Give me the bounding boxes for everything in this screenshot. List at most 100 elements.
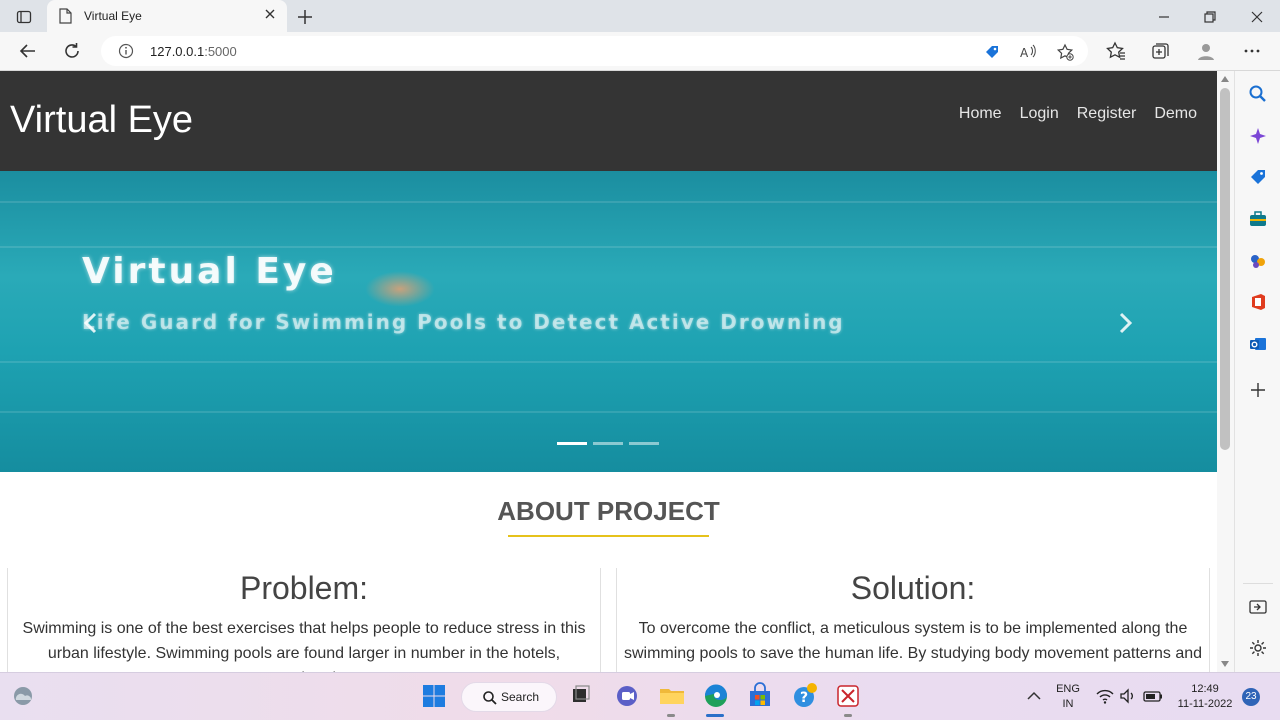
tray-overflow-icon[interactable] [1024,681,1044,711]
profile-icon[interactable] [1195,40,1217,62]
refresh-icon[interactable] [61,40,83,62]
water-ripple [0,361,1217,363]
file-explorer-icon[interactable] [657,681,687,711]
solution-text: To overcome the conflict, a meticulous s… [623,620,1203,662]
edge-browser-icon[interactable] [701,681,731,711]
volume-icon[interactable] [1117,681,1139,711]
task-view-icon[interactable] [566,681,596,711]
search-icon [483,691,497,705]
hero-carousel: Virtual Eye Life Guard for Swimming Pool… [0,171,1217,472]
search-icon[interactable] [1248,84,1268,104]
carousel-indicator[interactable] [557,442,587,445]
clock-time: 12:49 [1191,683,1219,695]
carousel-indicator[interactable] [593,442,623,445]
taskbar-search-label: Search [501,690,540,704]
solution-card: Solution: To overcome the conflict, a me… [616,568,1210,672]
page-icon [59,8,72,24]
url-text: 127.0.0.1:5000 [150,44,237,59]
url-port: :5000 [204,44,237,59]
clock-date: 11-11-2022 [1177,698,1233,710]
teams-chat-icon[interactable] [612,681,642,711]
scroll-up-icon[interactable] [1221,76,1229,82]
site-header: Virtual Eye Home Login Register Demo [0,71,1217,171]
svg-text:A: A [1020,46,1029,60]
games-icon[interactable] [1248,251,1268,271]
running-indicator [667,714,675,717]
running-indicator [844,714,852,717]
carousel-next-icon[interactable] [1115,311,1135,335]
carousel-indicators [557,442,659,445]
site-info-icon[interactable] [118,43,134,59]
taskbar-search[interactable]: Search [461,682,557,712]
language-code: ENG [1056,683,1080,695]
weather-widget-icon[interactable] [8,681,38,711]
browser-tab[interactable]: Virtual Eye [47,0,287,32]
site-logo[interactable]: Virtual Eye [10,99,193,142]
water-ripple [0,246,1217,248]
edge-sidebar [1234,71,1280,672]
sidebar-divider [1243,583,1273,584]
outlook-icon[interactable] [1248,334,1268,354]
site-nav: Home Login Register Demo [959,105,1197,123]
collections-icon[interactable] [1149,40,1171,62]
sidebar-settings-icon[interactable] [1248,638,1268,658]
hero-subtitle: Life Guard for Swimming Pools to Detect … [82,310,845,334]
solution-title: Solution: [850,570,976,606]
favorites-icon[interactable] [1105,40,1127,62]
wifi-icon[interactable] [1094,681,1116,711]
nav-demo[interactable]: Demo [1154,105,1197,123]
water-ripple [0,201,1217,203]
tab-title: Virtual Eye [84,9,142,23]
notification-badge[interactable]: 23 [1242,688,1260,706]
carousel-indicator[interactable] [629,442,659,445]
clock[interactable]: 12:49 11-11-2022 [1170,682,1240,712]
page-scrollbar[interactable] [1217,71,1234,672]
add-sidebar-app-icon[interactable] [1248,380,1268,400]
language-indicator[interactable]: ENG IN [1050,682,1086,712]
about-heading: ABOUT PROJECT [497,496,720,526]
svg-text:?: ? [800,690,808,706]
back-icon[interactable] [17,40,39,62]
active-indicator [706,714,724,717]
problem-text: Swimming is one of the best exercises th… [22,620,586,672]
nav-register[interactable]: Register [1077,105,1137,123]
region-code: IN [1062,698,1074,710]
hero-title: Virtual Eye [82,251,337,292]
url-host: 127.0.0.1 [150,44,205,59]
scroll-down-icon[interactable] [1221,661,1229,667]
heading-underline [508,535,709,537]
new-tab-icon[interactable] [294,6,316,28]
snipping-tool-icon[interactable] [833,681,863,711]
shopping-tag-icon[interactable] [983,43,1001,61]
taskbar: Search ? ENG IN 12:49 11-11-2022 23 [0,672,1280,720]
start-icon[interactable] [419,681,449,711]
battery-icon[interactable] [1141,681,1165,711]
read-aloud-icon[interactable]: A [1019,43,1037,61]
minimize-icon[interactable] [1153,6,1175,28]
restore-icon[interactable] [1199,6,1221,28]
microsoft-store-icon[interactable] [745,681,775,711]
nav-home[interactable]: Home [959,105,1002,123]
carousel-prev-icon[interactable] [81,311,101,335]
scroll-thumb[interactable] [1220,88,1230,450]
hide-sidebar-icon[interactable] [1248,597,1268,617]
water-ripple [0,411,1217,413]
nav-login[interactable]: Login [1020,105,1059,123]
help-app-icon[interactable]: ? [790,681,820,711]
browser-tab-strip: Virtual Eye [0,0,1280,32]
close-window-icon[interactable] [1246,6,1268,28]
tab-actions-icon[interactable] [10,6,38,28]
browser-toolbar: 127.0.0.1:5000 A [0,32,1280,71]
swimmer-figure [365,271,435,307]
problem-card: Problem: Swimming is one of the best exe… [7,568,601,672]
more-options-icon[interactable] [1241,40,1263,62]
add-favorite-icon[interactable] [1056,43,1074,61]
tools-icon[interactable] [1248,209,1268,229]
copilot-sparkle-icon[interactable] [1248,126,1268,146]
page-viewport: Virtual Eye Home Login Register Demo Vir… [0,71,1217,672]
shopping-icon[interactable] [1248,167,1268,187]
office-icon[interactable] [1248,292,1268,312]
address-bar[interactable]: 127.0.0.1:5000 A [101,36,1088,66]
problem-title: Problem: [239,570,369,606]
close-tab-icon[interactable] [263,7,277,21]
